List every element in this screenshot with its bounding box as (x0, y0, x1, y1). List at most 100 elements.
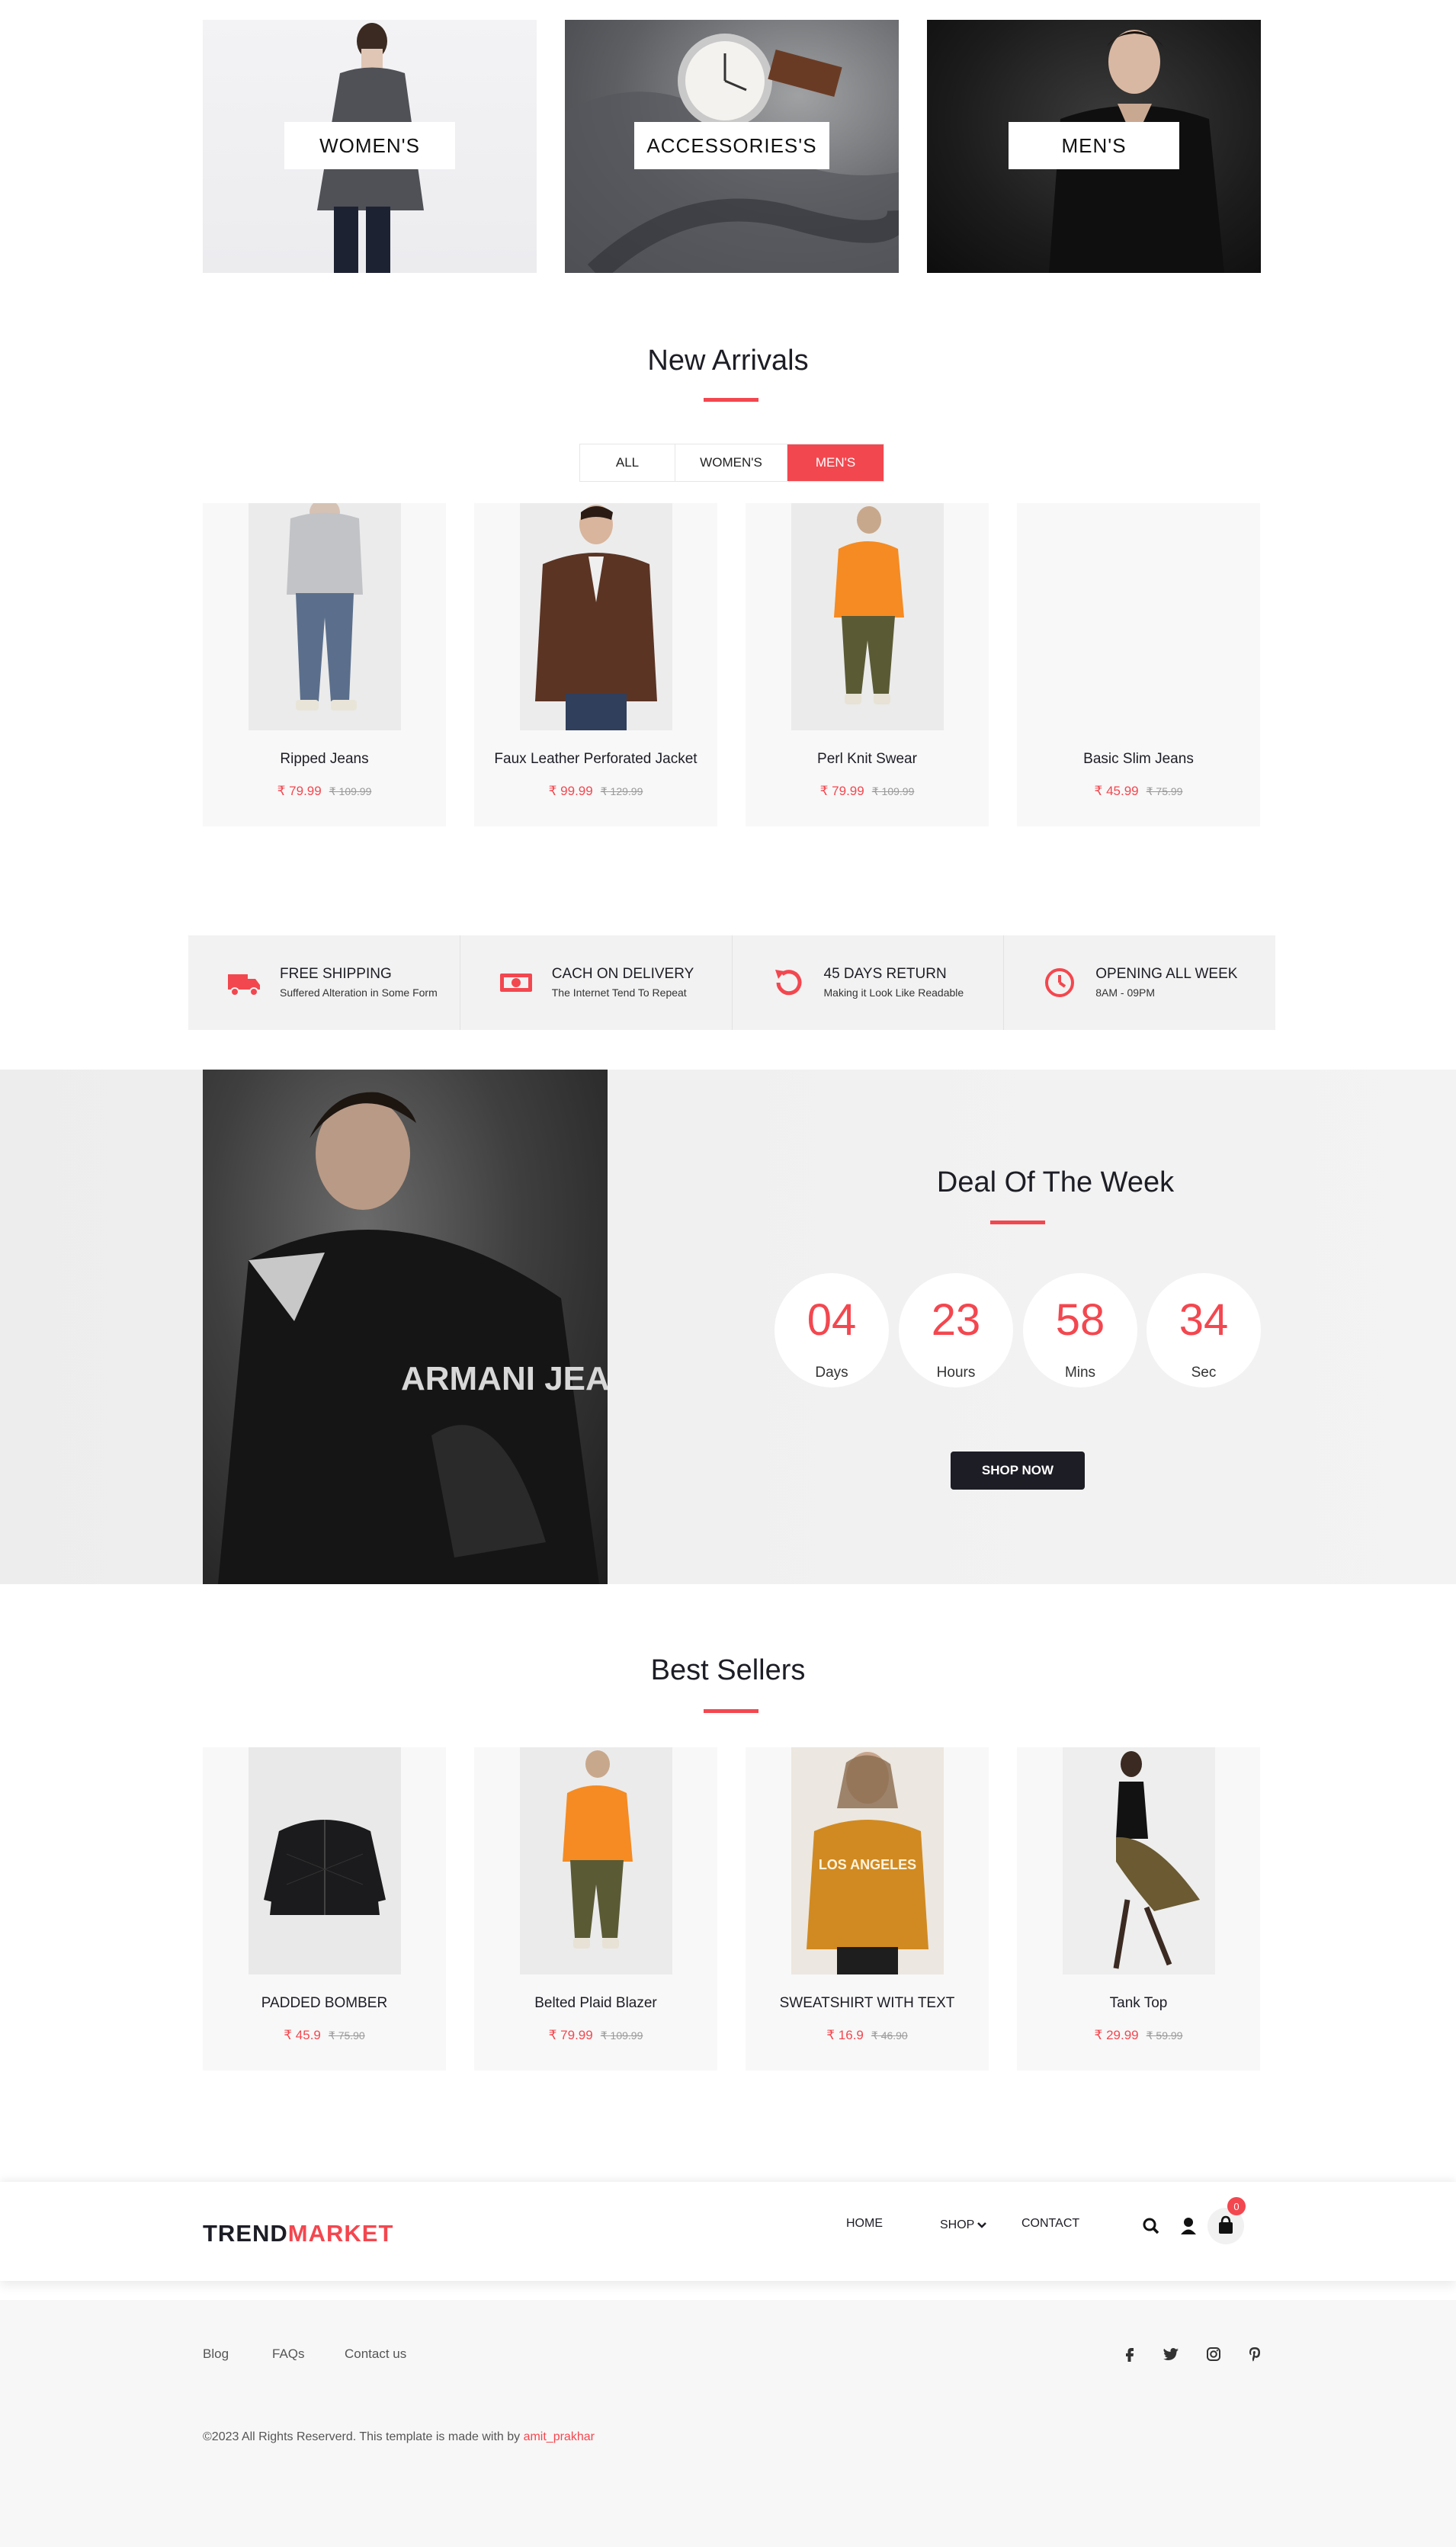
current-price: ₹ 79.99 (548, 2028, 593, 2042)
product-image-sweatshirt[interactable]: LOS ANGELES (791, 1747, 944, 1974)
current-price: ₹ 79.99 (819, 784, 864, 798)
author-link[interactable]: amit_prakhar (524, 2430, 595, 2443)
product-price: ₹ 79.99 ₹ 109.99 (203, 784, 446, 799)
product-card[interactable]: Faux Leather Perforated Jacket ₹ 99.99 ₹ … (474, 503, 717, 826)
product-card[interactable]: Tank Top ₹ 29.99 ₹ 59.99 (1017, 1747, 1260, 2071)
old-price: ₹ 129.99 (600, 785, 643, 797)
nav-shop[interactable]: SHOP (940, 2218, 987, 2232)
feature-subtitle: 8AM - 09PM (1095, 986, 1156, 999)
category-banner-accessories[interactable]: ACCESSORIES'S (565, 20, 899, 273)
countdown-mins: 58 Mins (1023, 1273, 1137, 1387)
product-image-tank-top[interactable] (1063, 1747, 1215, 1974)
category-label-men[interactable]: MEN'S (1009, 122, 1179, 169)
old-price: ₹ 75.90 (328, 2029, 365, 2042)
feature-subtitle: Suffered Alteration in Some Form (280, 986, 438, 999)
category-banner-women[interactable]: WOMEN'S (203, 20, 537, 273)
countdown-days: 04 Days (775, 1273, 889, 1387)
current-price: ₹ 99.99 (548, 784, 593, 798)
product-card[interactable]: LOS ANGELES SWEATSHIRT WITH TEXT ₹ 16.9 ₹… (746, 1747, 989, 2071)
clock-icon (1045, 968, 1075, 997)
product-image-leather-jacket[interactable] (520, 503, 672, 730)
feature-title: FREE SHIPPING (280, 965, 392, 982)
deal-model-image: ARMANI JEA (203, 1070, 608, 1584)
site-logo[interactable]: TRENDMARKET (203, 2220, 393, 2247)
countdown-label: Days (815, 1365, 848, 1381)
product-card[interactable]: Perl Knit Swear ₹ 79.99 ₹ 109.99 (746, 503, 989, 826)
product-name[interactable]: Belted Plaid Blazer (474, 1995, 717, 2012)
old-price: ₹ 59.99 (1146, 2029, 1183, 2042)
facebook-icon[interactable] (1121, 2345, 1139, 2363)
twitter-icon[interactable] (1162, 2345, 1180, 2363)
old-price: ₹ 46.90 (871, 2029, 908, 2042)
category-label-accessories[interactable]: ACCESSORIES'S (634, 122, 829, 169)
search-icon[interactable] (1140, 2215, 1162, 2237)
old-price: ₹ 75.99 (1146, 785, 1183, 797)
svg-text:LOS ANGELES: LOS ANGELES (819, 1857, 916, 1872)
logo-trend: TREND (203, 2220, 288, 2247)
footer-link-contact[interactable]: Contact us (345, 2347, 406, 2362)
user-icon[interactable] (1178, 2215, 1199, 2237)
old-price: ₹ 109.99 (600, 2029, 643, 2042)
product-image-padded-bomber[interactable] (249, 1747, 401, 1974)
product-name[interactable]: SWEATSHIRT WITH TEXT (746, 1995, 989, 2012)
product-card[interactable]: Basic Slim Jeans ₹ 45.99 ₹ 75.99 (1017, 503, 1260, 826)
new-arrivals-title: New Arrivals (647, 345, 809, 377)
instagram-icon[interactable] (1204, 2345, 1223, 2363)
countdown-value: 04 (807, 1295, 857, 1345)
best-sellers-title: Best Sellers (650, 1654, 806, 1686)
product-card[interactable]: Ripped Jeans ₹ 79.99 ₹ 109.99 (203, 503, 446, 826)
product-price: ₹ 45.9 ₹ 75.90 (203, 2028, 446, 2043)
old-price: ₹ 109.99 (871, 785, 915, 797)
countdown-value: 34 (1179, 1295, 1229, 1345)
product-price: ₹ 79.99 ₹ 109.99 (746, 784, 989, 799)
nav-contact[interactable]: CONTACT (1021, 2217, 1079, 2231)
category-label-women[interactable]: WOMEN'S (284, 122, 455, 169)
product-price: ₹ 79.99 ₹ 109.99 (474, 2028, 717, 2043)
truck-icon (228, 974, 260, 996)
nav-home[interactable]: HOME (846, 2217, 883, 2231)
feature-title: OPENING ALL WEEK (1095, 965, 1238, 982)
product-image-knit-sweater[interactable] (791, 503, 944, 730)
best-sellers-title-underline (704, 1709, 758, 1713)
feature-title: CACH ON DELIVERY (551, 965, 694, 982)
footer-link-blog[interactable]: Blog (203, 2347, 229, 2362)
pinterest-icon[interactable] (1246, 2345, 1264, 2363)
chevron-down-icon (977, 2222, 987, 2228)
copyright-label: ©2023 All Rights Reserverd. This templat… (203, 2430, 524, 2443)
current-price: ₹ 45.99 (1094, 784, 1139, 798)
product-name[interactable]: Tank Top (1017, 1995, 1260, 2012)
logo-market: MARKET (287, 2220, 394, 2247)
countdown-label: Hours (936, 1365, 976, 1381)
product-filter-tabs: ALL WOMEN'S MEN'S (579, 444, 884, 482)
product-price: ₹ 99.99 ₹ 129.99 (474, 784, 717, 799)
product-image-ripped-jeans[interactable] (249, 503, 401, 730)
old-price: ₹ 109.99 (329, 785, 372, 797)
countdown-sec: 34 Sec (1147, 1273, 1261, 1387)
copyright-text: ©2023 All Rights Reserverd. This templat… (203, 2430, 595, 2444)
new-arrivals-title-underline (704, 398, 758, 402)
feature-title: 45 DAYS RETURN (823, 965, 947, 982)
product-name[interactable]: Perl Knit Swear (746, 751, 989, 768)
filter-tab-mens[interactable]: MEN'S (787, 444, 884, 481)
shop-now-button[interactable]: SHOP NOW (951, 1452, 1085, 1490)
product-name[interactable]: PADDED BOMBER (203, 1995, 446, 2012)
product-name[interactable]: Basic Slim Jeans (1017, 751, 1260, 768)
deal-title: Deal Of The Week (936, 1166, 1175, 1198)
product-price: ₹ 16.9 ₹ 46.90 (746, 2028, 989, 2043)
product-name[interactable]: Ripped Jeans (203, 751, 446, 768)
product-card[interactable]: Belted Plaid Blazer ₹ 79.99 ₹ 109.99 (474, 1747, 717, 2071)
filter-tab-all[interactable]: ALL (580, 444, 675, 481)
footer-link-faqs[interactable]: FAQs (272, 2347, 305, 2362)
category-banner-men[interactable]: MEN'S (927, 20, 1261, 273)
product-image-slim-jeans[interactable] (1063, 503, 1215, 730)
feature-days-return: 45 DAYS RETURN Making it Look Like Reada… (733, 935, 1005, 1030)
countdown-hours: 23 Hours (899, 1273, 1013, 1387)
countdown-value: 23 (931, 1295, 981, 1345)
filter-tab-womens[interactable]: WOMEN'S (675, 444, 787, 481)
feature-free-shipping: FREE SHIPPING Suffered Alteration in Som… (188, 935, 460, 1030)
feature-opening-week: OPENING ALL WEEK 8AM - 09PM (1004, 935, 1275, 1030)
product-image-belted-blazer[interactable] (520, 1747, 672, 1974)
product-card[interactable]: PADDED BOMBER ₹ 45.9 ₹ 75.90 (203, 1747, 446, 2071)
product-name[interactable]: Faux Leather Perforated Jacket (474, 751, 717, 768)
current-price: ₹ 29.99 (1094, 2028, 1139, 2042)
